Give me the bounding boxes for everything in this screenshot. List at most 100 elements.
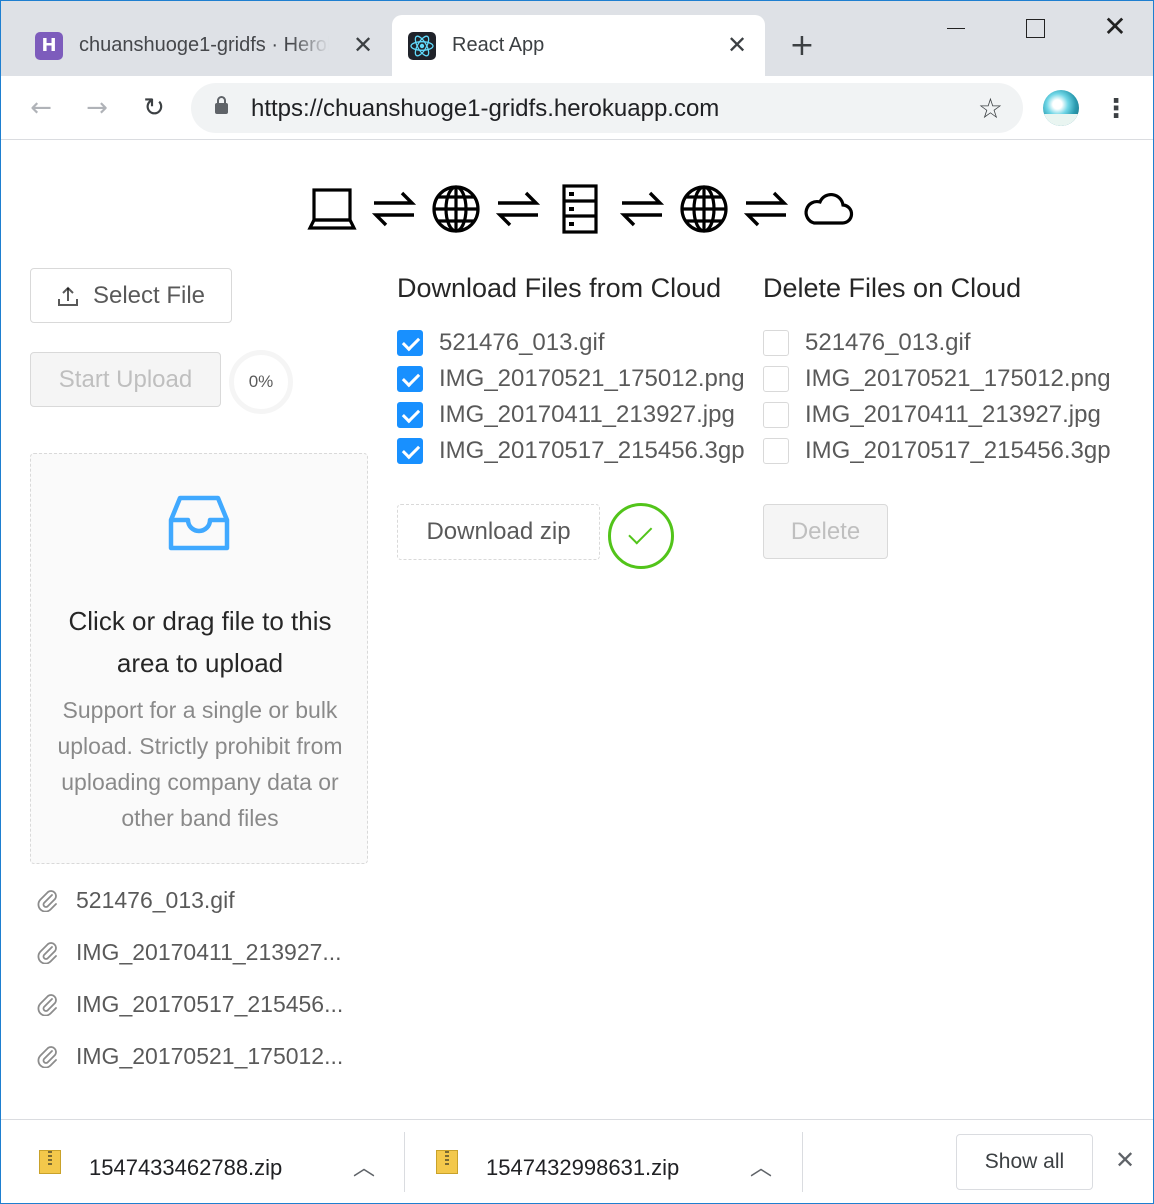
checkbox-label: IMG_20170517_215456.3gp bbox=[439, 437, 745, 464]
download-zip-button[interactable]: Download zip bbox=[397, 504, 600, 560]
forward-arrow-icon[interactable]: → bbox=[79, 90, 115, 126]
list-item[interactable]: IMG_20170517_215456... bbox=[36, 978, 366, 1030]
start-upload-button[interactable]: Start Upload bbox=[30, 352, 221, 407]
heroku-favicon-icon: H bbox=[35, 32, 63, 60]
globe-icon bbox=[673, 183, 735, 235]
new-tab-plus-icon[interactable]: + bbox=[786, 30, 818, 62]
bookmark-star-icon[interactable]: ☆ bbox=[978, 92, 1003, 125]
inbox-icon bbox=[168, 495, 230, 551]
select-file-button[interactable]: Select File bbox=[30, 268, 232, 323]
download-file-name: 1547433462788.zip bbox=[89, 1155, 283, 1180]
show-all-button[interactable]: Show all bbox=[956, 1134, 1093, 1190]
download-file-name: 1547432998631.zip bbox=[486, 1155, 680, 1180]
chevron-up-icon[interactable]: ︿ bbox=[748, 1150, 774, 1181]
checkbox[interactable] bbox=[397, 330, 423, 356]
exchange-icon bbox=[611, 183, 673, 235]
dropzone-title: Click or drag file to this area to uploa… bbox=[68, 606, 332, 678]
download-shelf: 1547433462788.zip ︿ 1547432998631.zip ︿ … bbox=[1, 1119, 1153, 1203]
delete-checkbox-list: 521476_013.gif IMG_20170521_175012.png I… bbox=[763, 325, 1111, 469]
browser-toolbar: ← → ↻ https://chuanshuoge1-gridfs.heroku… bbox=[1, 76, 1153, 140]
check-icon bbox=[628, 520, 653, 545]
upload-file-list: 521476_013.gif IMG_20170411_213927... IM… bbox=[36, 874, 366, 1082]
checkbox-label: 521476_013.gif bbox=[439, 329, 605, 356]
download-checkbox-item[interactable]: 521476_013.gif bbox=[397, 325, 745, 361]
checkbox-label: 521476_013.gif bbox=[805, 329, 971, 356]
url-text[interactable]: https://chuanshuoge1-gridfs.herokuapp.co… bbox=[251, 95, 719, 123]
upload-file-name: IMG_20170411_213927... bbox=[76, 938, 342, 965]
database-icon bbox=[549, 183, 611, 235]
paperclip-icon bbox=[37, 890, 57, 912]
checkbox[interactable] bbox=[763, 330, 789, 356]
list-item[interactable]: 521476_013.gif bbox=[36, 874, 366, 926]
download-checkbox-item[interactable]: IMG_20170411_213927.jpg bbox=[397, 397, 745, 433]
download-item[interactable]: 1547432998631.zip ︿ bbox=[398, 1120, 798, 1203]
delete-button[interactable]: Delete bbox=[763, 504, 888, 559]
checkbox-label: IMG_20170521_175012.png bbox=[805, 365, 1111, 392]
start-upload-label: Start Upload bbox=[58, 365, 193, 393]
kebab-menu-icon[interactable]: ⋮ bbox=[1101, 94, 1131, 124]
back-arrow-icon[interactable]: ← bbox=[23, 90, 59, 126]
paperclip-icon bbox=[37, 1046, 57, 1068]
checkbox-label: IMG_20170517_215456.3gp bbox=[805, 437, 1111, 464]
reload-icon[interactable]: ↻ bbox=[136, 90, 172, 126]
browser-window: H chuanshuoge1-gridfs · Heroku ✕ React A… bbox=[0, 0, 1154, 1204]
download-checkbox-list: 521476_013.gif IMG_20170521_175012.png I… bbox=[397, 325, 745, 469]
upload-dropzone[interactable]: Click or drag file to this area to uploa… bbox=[30, 453, 368, 864]
minimize-icon[interactable] bbox=[936, 11, 976, 47]
maximize-icon[interactable] bbox=[1014, 11, 1054, 47]
cloud-icon bbox=[797, 183, 859, 235]
tab-react-app[interactable]: React App ✕ bbox=[392, 15, 765, 76]
delete-checkbox-item[interactable]: IMG_20170521_175012.png bbox=[763, 361, 1111, 397]
window-close-icon[interactable]: ✕ bbox=[1095, 11, 1135, 47]
dropzone-hint: Support for a single or bulk upload. Str… bbox=[57, 697, 343, 831]
address-bar[interactable]: https://chuanshuoge1-gridfs.herokuapp.co… bbox=[191, 83, 1023, 133]
globe-icon bbox=[425, 183, 487, 235]
divider bbox=[802, 1132, 803, 1192]
download-checkbox-item[interactable]: IMG_20170521_175012.png bbox=[397, 361, 745, 397]
delete-checkbox-item[interactable]: IMG_20170517_215456.3gp bbox=[763, 433, 1111, 469]
delete-label: Delete bbox=[790, 517, 861, 545]
download-checkbox-item[interactable]: IMG_20170517_215456.3gp bbox=[397, 433, 745, 469]
checkbox[interactable] bbox=[397, 438, 423, 464]
tab-close-icon[interactable]: ✕ bbox=[351, 33, 375, 57]
tab-title: chuanshuoge1-gridfs · Heroku bbox=[79, 34, 329, 56]
hero-icon-row bbox=[301, 181, 861, 237]
tab-title: React App bbox=[452, 34, 545, 56]
delete-checkbox-item[interactable]: 521476_013.gif bbox=[763, 325, 1111, 361]
react-favicon-icon bbox=[408, 32, 436, 60]
upload-file-name: IMG_20170521_175012... bbox=[76, 1042, 344, 1069]
checkbox[interactable] bbox=[763, 402, 789, 428]
exchange-icon bbox=[487, 183, 549, 235]
show-all-label: Show all bbox=[984, 1150, 1065, 1173]
select-file-label: Select File bbox=[92, 281, 206, 309]
download-complete-indicator bbox=[608, 503, 674, 569]
upload-file-name: IMG_20170517_215456... bbox=[76, 990, 344, 1017]
upload-progress: 0% bbox=[229, 350, 293, 414]
download-section-title: Download Files from Cloud bbox=[397, 273, 722, 303]
zip-file-icon bbox=[39, 1150, 61, 1174]
upload-icon bbox=[57, 286, 78, 306]
tab-strip: H chuanshuoge1-gridfs · Heroku ✕ React A… bbox=[1, 1, 1153, 76]
chevron-up-icon[interactable]: ︿ bbox=[351, 1150, 377, 1181]
checkbox-label: IMG_20170411_213927.jpg bbox=[805, 401, 1101, 428]
checkbox[interactable] bbox=[397, 402, 423, 428]
lock-icon bbox=[215, 96, 228, 114]
tab-close-icon[interactable]: ✕ bbox=[725, 33, 749, 57]
tab-heroku[interactable]: H chuanshuoge1-gridfs · Heroku ✕ bbox=[19, 15, 391, 76]
checkbox[interactable] bbox=[763, 366, 789, 392]
profile-avatar[interactable] bbox=[1043, 90, 1079, 126]
delete-section-title: Delete Files on Cloud bbox=[763, 273, 1022, 303]
checkbox[interactable] bbox=[397, 366, 423, 392]
upload-progress-text: 0% bbox=[248, 372, 274, 391]
list-item[interactable]: IMG_20170521_175012... bbox=[36, 1030, 366, 1082]
checkbox[interactable] bbox=[763, 438, 789, 464]
zip-file-icon bbox=[436, 1150, 458, 1174]
list-item[interactable]: IMG_20170411_213927... bbox=[36, 926, 366, 978]
paperclip-icon bbox=[37, 994, 57, 1016]
delete-checkbox-item[interactable]: IMG_20170411_213927.jpg bbox=[763, 397, 1111, 433]
exchange-icon bbox=[735, 183, 797, 235]
download-zip-label: Download zip bbox=[426, 518, 571, 545]
download-item[interactable]: 1547433462788.zip ︿ bbox=[1, 1120, 401, 1203]
paperclip-icon bbox=[37, 942, 57, 964]
close-icon[interactable]: ✕ bbox=[1111, 1146, 1139, 1174]
